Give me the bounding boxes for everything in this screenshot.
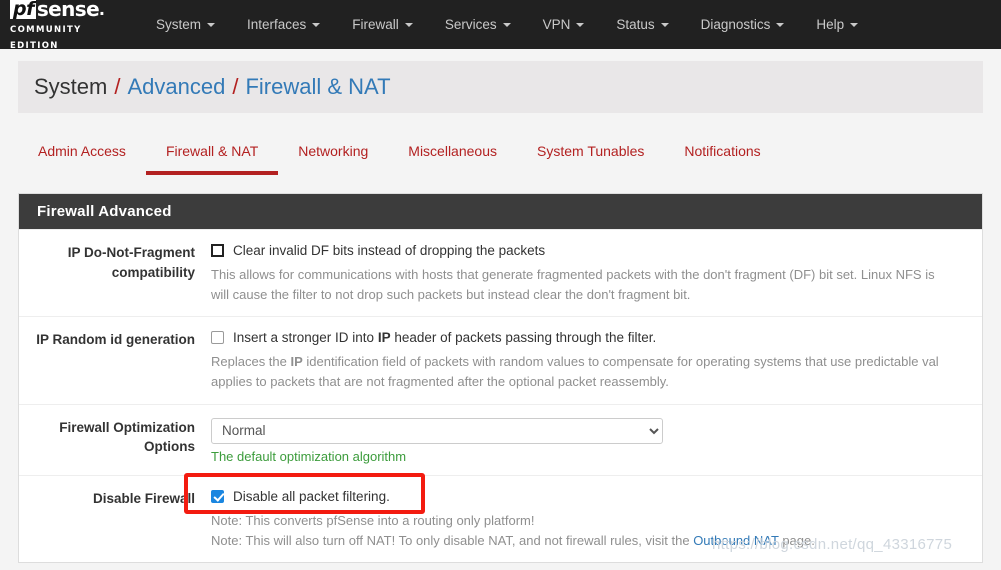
tab-networking[interactable]: Networking xyxy=(278,134,388,175)
outbound-nat-link[interactable]: Outbound NAT xyxy=(693,533,779,548)
nav-item-help-label: Help xyxy=(816,17,845,32)
chevron-down-icon xyxy=(502,22,511,27)
panel-title: Firewall Advanced xyxy=(19,194,982,229)
nav-item-status[interactable]: Status xyxy=(600,11,684,38)
nav-item-firewall-label: Firewall xyxy=(352,17,399,32)
breadcrumb-separator: / xyxy=(114,74,121,99)
checkbox-row-disable-firewall[interactable]: Disable all packet filtering. xyxy=(211,489,982,504)
help-text-df: This allows for communications with host… xyxy=(211,265,982,305)
checkbox-disable-firewall-icon[interactable] xyxy=(211,489,224,503)
chevron-down-icon xyxy=(850,22,859,27)
breadcrumb-link-advanced[interactable]: Advanced xyxy=(127,74,225,100)
tab-notifications[interactable]: Notifications xyxy=(664,134,780,175)
chevron-down-icon xyxy=(660,22,669,27)
nav-item-vpn-label: VPN xyxy=(542,17,571,32)
field-df-compatibility: Clear invalid DF bits instead of droppin… xyxy=(211,243,982,305)
optimization-select[interactable]: Normal High latency Aggressive Conservat… xyxy=(211,417,663,444)
help-text-random-id-line2: applies to packets that are not fragment… xyxy=(211,374,669,390)
pfsense-logo[interactable]: pf sense. COMMUNITY EDITION xyxy=(10,0,122,52)
logo-pf-text: pf xyxy=(10,0,36,19)
logo-wordmark: pf sense. xyxy=(10,0,122,20)
page-root: pf sense. COMMUNITY EDITION System Interf… xyxy=(0,0,1001,570)
chevron-down-icon xyxy=(776,22,785,27)
checkbox-disable-firewall-label: Disable all packet filtering. xyxy=(233,488,390,504)
top-navbar: pf sense. COMMUNITY EDITION System Interf… xyxy=(0,0,1001,52)
form-row-df-compatibility: IP Do-Not-Fragment compatibility Clear i… xyxy=(19,229,982,316)
tab-bar: Admin Access Firewall & NAT Networking M… xyxy=(0,134,1001,175)
logo-subtitle: COMMUNITY EDITION xyxy=(10,24,82,51)
nav-item-interfaces-label: Interfaces xyxy=(247,17,307,32)
nav-item-diagnostics-label: Diagnostics xyxy=(700,17,771,32)
checkbox-random-id-label-part1: Insert a stronger ID into xyxy=(233,330,378,346)
help-text-optimization: The default optimization algorithm xyxy=(211,448,407,464)
help-text-disable-firewall: Note: This converts pfSense into a routi… xyxy=(211,511,982,551)
nav-item-status-label: Status xyxy=(616,17,655,32)
checkbox-random-id-label: Insert a stronger ID into IP header of p… xyxy=(233,330,656,345)
nav-item-system[interactable]: System xyxy=(140,11,231,38)
note-routing-only: Note: This converts pfSense into a routi… xyxy=(211,512,535,528)
note-nat-off-part2: page. xyxy=(778,532,815,548)
tab-networking-label: Networking xyxy=(298,143,369,159)
checkbox-df-icon[interactable] xyxy=(211,244,224,257)
nav-item-help[interactable]: Help xyxy=(800,11,874,38)
breadcrumb-link-firewall-nat[interactable]: Firewall & NAT xyxy=(245,74,390,100)
breadcrumb-separator: / xyxy=(232,74,239,99)
label-disable-firewall: Disable Firewall xyxy=(92,490,195,506)
help-random-id-emphasis: IP xyxy=(290,354,303,370)
form-row-disable-firewall: Disable Firewall Disable all packet filt… xyxy=(19,474,982,562)
tab-admin-access[interactable]: Admin Access xyxy=(18,134,146,175)
tab-admin-access-label: Admin Access xyxy=(38,143,126,159)
label-random-id: IP Random id generation xyxy=(36,332,195,348)
help-text-random-id-line1: Replaces the IP identification field of … xyxy=(211,352,982,372)
checkbox-row-df[interactable]: Clear invalid DF bits instead of droppin… xyxy=(211,243,982,258)
chevron-down-icon xyxy=(207,22,216,27)
form-row-random-id: IP Random id generation Insert a stronge… xyxy=(19,316,982,403)
nav-item-firewall[interactable]: Firewall xyxy=(336,11,429,38)
tab-notifications-label: Notifications xyxy=(684,143,761,159)
help-text-random-id: Replaces the IP identification field of … xyxy=(211,352,982,392)
checkbox-random-id-icon[interactable] xyxy=(211,331,224,345)
nav-item-interfaces[interactable]: Interfaces xyxy=(231,11,336,38)
label-df-compatibility: IP Do-Not-Fragment compatibility xyxy=(67,245,195,280)
firewall-advanced-panel: Firewall Advanced IP Do-Not-Fragment com… xyxy=(18,193,983,563)
help-random-id-part2: identification field of packets with ran… xyxy=(302,354,939,370)
help-text-df-line2: will cause the filter to not drop such p… xyxy=(211,287,691,303)
tab-system-tunables-label: System Tunables xyxy=(537,143,645,159)
field-random-id: Insert a stronger ID into IP header of p… xyxy=(211,330,982,392)
help-text-df-line1: This allows for communications with host… xyxy=(211,267,935,282)
note-nat-off-part1: Note: This will also turn off NAT! To on… xyxy=(211,532,694,548)
form-row-optimization: Firewall Optimization Options Normal Hig… xyxy=(19,403,982,475)
tab-miscellaneous-label: Miscellaneous xyxy=(408,143,497,159)
breadcrumb-wrapper: System / Advanced / Firewall & NAT xyxy=(0,49,1001,113)
breadcrumb-root: System xyxy=(34,74,108,99)
nav-item-services[interactable]: Services xyxy=(429,11,527,38)
chevron-down-icon xyxy=(576,22,585,27)
nav-item-vpn[interactable]: VPN xyxy=(527,11,601,38)
tab-firewall-nat-label: Firewall & NAT xyxy=(165,143,259,159)
tab-miscellaneous[interactable]: Miscellaneous xyxy=(388,134,517,175)
field-optimization: Normal High latency Aggressive Conservat… xyxy=(211,417,982,464)
logo-sense-text: sense xyxy=(36,0,100,21)
label-optimization: Firewall Optimization Options xyxy=(59,419,195,455)
field-disable-firewall: Disable all packet filtering. Note: This… xyxy=(211,489,982,551)
checkbox-random-id-label-part2: header of packets passing through the fi… xyxy=(390,330,657,346)
chevron-down-icon xyxy=(312,22,321,27)
checkbox-row-random-id[interactable]: Insert a stronger ID into IP header of p… xyxy=(211,330,982,345)
nav-item-services-label: Services xyxy=(444,17,497,32)
nav-item-system-label: System xyxy=(156,17,202,32)
help-random-id-part1: Replaces the xyxy=(211,354,291,370)
note-nat-off: Note: This will also turn off NAT! To on… xyxy=(211,531,982,551)
tab-system-tunables[interactable]: System Tunables xyxy=(517,134,664,175)
checkbox-random-id-label-emphasis: IP xyxy=(377,330,391,346)
checkbox-df-label: Clear invalid DF bits instead of droppin… xyxy=(233,243,546,258)
tab-firewall-nat[interactable]: Firewall & NAT xyxy=(145,134,279,175)
nav-item-diagnostics[interactable]: Diagnostics xyxy=(685,11,801,38)
chevron-down-icon xyxy=(404,22,413,27)
logo-dot: . xyxy=(99,0,105,20)
navbar-menu: System Interfaces Firewall Services VPN … xyxy=(140,11,874,38)
breadcrumb: System / Advanced / Firewall & NAT xyxy=(18,61,983,113)
